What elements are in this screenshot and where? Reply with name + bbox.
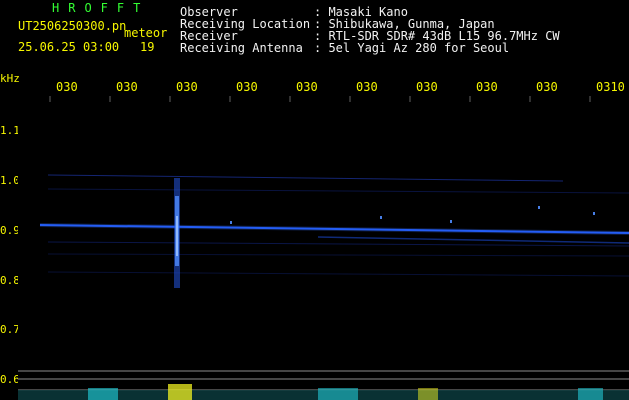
y-tick-label: 0.7 [0,323,20,336]
meteor-echo [174,178,180,288]
y-axis-unit: kHz [0,72,20,85]
x-tick-label: 030 [176,80,198,94]
y-tick-label: 1.1 [0,124,20,137]
spectrogram-canvas [18,96,629,400]
info-antenna-value: : 5el Yagi Az 280 for Seoul [314,41,510,55]
y-tick-label: 0.9 [0,224,20,237]
x-tick-label: 030 [536,80,558,94]
x-tick-label: 030 [116,80,138,94]
y-tick-label: 0.8 [0,274,20,287]
file-name: UT2506250300.pn [18,19,127,33]
x-tick-label: 030 [416,80,438,94]
y-tick-label: 0.6 [0,373,20,386]
meteor-label: meteor [124,26,168,40]
meteor-count: 19 [140,40,155,54]
x-tick-label: 0310 [596,80,625,94]
x-tick-label: 030 [356,80,378,94]
x-tick-label: 030 [56,80,78,94]
y-tick-label: 1.0 [0,174,20,187]
date-time: 25.06.25 03:00 [18,40,120,54]
x-tick-label: 030 [296,80,318,94]
x-tick-label: 030 [236,80,258,94]
info-antenna-label: Receiving Antenna [180,41,303,55]
station-title: HROFFT [52,1,150,15]
x-tick-label: 030 [476,80,498,94]
